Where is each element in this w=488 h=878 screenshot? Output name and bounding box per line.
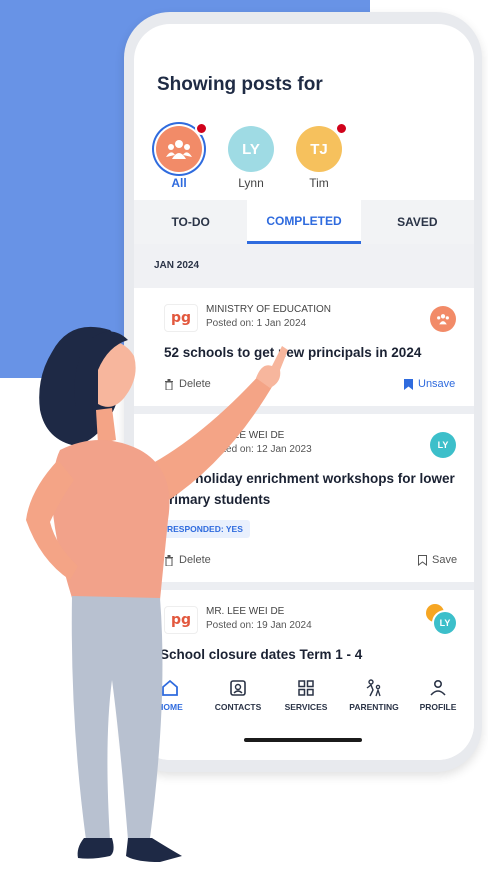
grid-icon bbox=[298, 680, 314, 696]
tab-completed[interactable]: COMPLETED bbox=[247, 200, 361, 244]
tab-todo[interactable]: TO-DO bbox=[134, 200, 247, 244]
avatar-lynn-small: LY bbox=[432, 610, 458, 636]
notification-dot bbox=[335, 122, 348, 135]
post-card[interactable]: pg MR. LEE WEI DE Posted on: 19 Jan 2024… bbox=[134, 590, 474, 670]
avatar-all[interactable] bbox=[156, 126, 202, 172]
divider bbox=[134, 582, 474, 590]
status-badge: RESPONDED: YES bbox=[160, 520, 250, 538]
month-label: JAN 2024 bbox=[154, 260, 200, 271]
nav-label: PROFILE bbox=[419, 702, 457, 712]
post-card[interactable]: pg MINISTRY OF EDUCATION Posted on: 1 Ja… bbox=[134, 288, 474, 406]
unsave-button[interactable]: Unsave bbox=[404, 378, 455, 390]
nav-contacts[interactable]: CONTACTS bbox=[204, 678, 272, 712]
trash-icon bbox=[165, 378, 173, 390]
pg-logo-icon: pg bbox=[164, 304, 198, 332]
bookmark-filled-icon bbox=[404, 378, 413, 390]
avatar-label-all: All bbox=[171, 176, 187, 190]
post-title[interactable]: School closure dates Term 1 - 4 bbox=[160, 644, 460, 665]
month-section: JAN 2024 bbox=[134, 244, 474, 288]
profile-icon bbox=[430, 679, 446, 696]
delete-button[interactable]: Delete bbox=[164, 378, 211, 390]
group-icon bbox=[166, 140, 192, 159]
avatar-tim[interactable]: TJ bbox=[296, 126, 342, 172]
avatar-label-lynn: Lynn bbox=[238, 176, 264, 190]
post-date: Posted on: 1 Jan 2024 bbox=[206, 318, 307, 329]
avatar-lynn[interactable]: LY bbox=[228, 126, 274, 172]
bottom-nav: HOME CONTACTS SERVICES PARENTING PROFILE bbox=[134, 670, 474, 760]
post-title[interactable]: 52 schools to get new principals in 2024 bbox=[164, 342, 464, 363]
notification-dot bbox=[195, 122, 208, 135]
nav-label: PARENTING bbox=[349, 702, 399, 712]
delete-label: Delete bbox=[179, 378, 211, 390]
nav-services[interactable]: SERVICES bbox=[272, 678, 340, 712]
home-indicator bbox=[244, 738, 362, 742]
post-date: Posted on: 19 Jan 2024 bbox=[206, 620, 312, 631]
group-avatar-icon bbox=[430, 306, 456, 332]
contacts-icon bbox=[230, 680, 246, 696]
unsave-label: Unsave bbox=[418, 378, 456, 390]
post-source: MR. LEE WEI DE bbox=[206, 430, 285, 441]
post-source: MINISTRY OF EDUCATION bbox=[206, 304, 332, 315]
nav-label: SERVICES bbox=[284, 702, 328, 712]
nav-parenting[interactable]: PARENTING bbox=[340, 678, 408, 712]
tab-bar: TO-DO COMPLETED SAVED bbox=[134, 200, 474, 244]
save-label: Save bbox=[432, 554, 458, 566]
nav-profile[interactable]: PROFILE bbox=[404, 678, 472, 712]
post-card[interactable]: MR. LEE WEI DE Posted on: 12 Jan 2023 LY… bbox=[134, 414, 474, 582]
divider bbox=[134, 406, 474, 414]
page-title: Showing posts for bbox=[157, 74, 323, 95]
avatar-label-tim: Tim bbox=[309, 176, 329, 190]
post-source: MR. LEE WEI DE bbox=[206, 606, 285, 617]
post-date: Posted on: 12 Jan 2023 bbox=[206, 444, 312, 455]
parenting-icon bbox=[366, 679, 381, 697]
delete-button[interactable]: Delete bbox=[164, 554, 211, 566]
pg-logo-icon: pg bbox=[164, 606, 198, 634]
avatar-lynn-small: LY bbox=[430, 432, 456, 458]
phone-screen: Showing posts for All LY Lynn TJ Tim TO-… bbox=[134, 24, 474, 760]
post-title[interactable]: June holiday enrichment workshops for lo… bbox=[160, 468, 460, 510]
tab-saved[interactable]: SAVED bbox=[361, 200, 474, 244]
home-icon bbox=[162, 679, 178, 696]
nav-label: HOME bbox=[157, 702, 183, 712]
delete-label: Delete bbox=[179, 554, 211, 566]
bookmark-outline-icon bbox=[418, 554, 427, 566]
nav-label: CONTACTS bbox=[214, 702, 262, 712]
save-button[interactable]: Save bbox=[418, 554, 457, 566]
nav-home[interactable]: HOME bbox=[136, 678, 204, 712]
trash-icon bbox=[165, 554, 173, 566]
